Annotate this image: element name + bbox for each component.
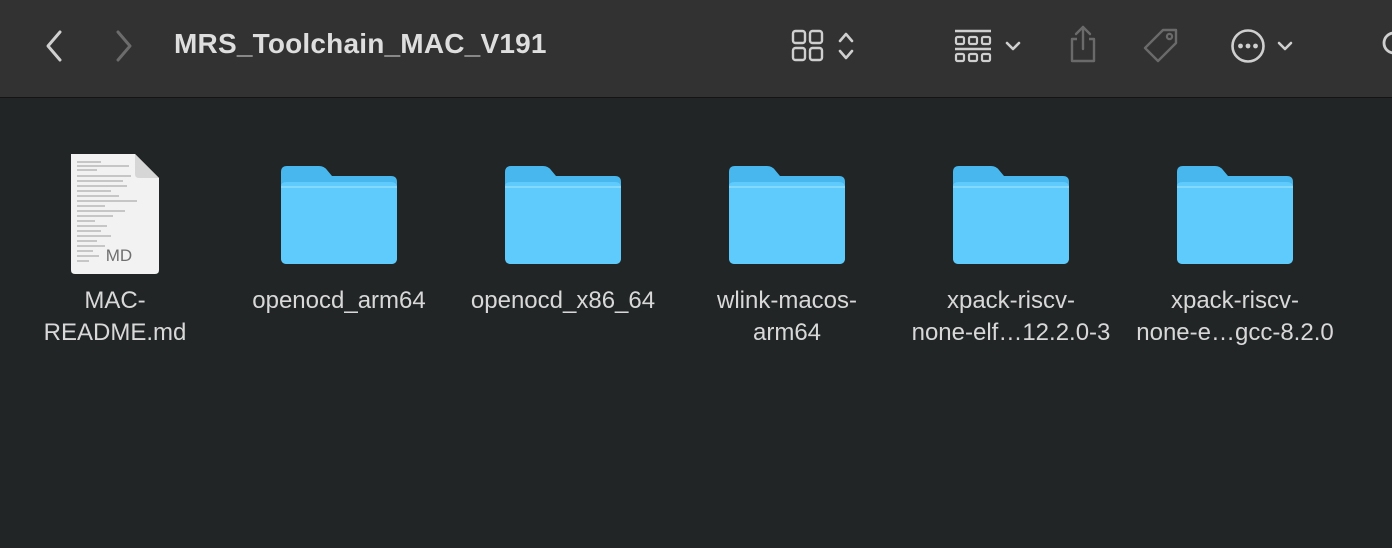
back-button[interactable]	[34, 26, 74, 66]
item-label-line: MAC-	[84, 287, 146, 314]
item-label: MAC- README.md	[5, 285, 225, 349]
folder-item-openocd-arm64[interactable]: openocd_arm64	[227, 149, 451, 317]
tag-icon	[1143, 28, 1178, 63]
item-label-line: wlink-macos-	[716, 287, 857, 314]
chevron-down-icon	[1277, 41, 1293, 51]
folder-icon	[899, 149, 1123, 279]
item-label: xpack-riscv- none-e…gcc-8.2.0	[1125, 285, 1345, 349]
item-label-line: arm64	[752, 319, 822, 346]
forward-button[interactable]	[104, 26, 144, 66]
group-by-icon	[954, 29, 992, 63]
window-title: MRS_Toolchain_MAC_V191	[174, 28, 547, 59]
chevron-right-icon	[116, 30, 132, 62]
search-icon	[1382, 31, 1392, 55]
item-label-line: openocd_x86_64	[470, 287, 656, 314]
document-icon: MD	[3, 149, 227, 279]
chevron-down-icon	[1005, 41, 1021, 51]
folder-icon	[451, 149, 675, 279]
folder-item-openocd-x86-64[interactable]: openocd_x86_64	[451, 149, 675, 317]
item-label-line: xpack-riscv-	[1170, 287, 1299, 314]
item-label-line: xpack-riscv-	[946, 287, 1075, 314]
tag-button[interactable]	[1138, 24, 1184, 68]
icon-view: MD MAC- README.md openocd_arm64 openocd_…	[0, 99, 1392, 548]
item-label: xpack-riscv- none-elf…12.2.0-3	[901, 285, 1121, 349]
folder-icon	[675, 149, 899, 279]
search-button[interactable]	[1380, 28, 1392, 64]
file-item-mac-readme[interactable]: MD MAC- README.md	[3, 149, 227, 349]
item-label-line: openocd_arm64	[252, 287, 426, 314]
folder-item-xpack-riscv-12[interactable]: xpack-riscv- none-elf…12.2.0-3	[899, 149, 1123, 349]
chevron-left-icon	[46, 30, 62, 62]
group-by-button[interactable]	[950, 26, 1026, 66]
item-label: openocd_x86_64	[453, 285, 673, 317]
folder-item-wlink-macos-arm64[interactable]: wlink-macos- arm64	[675, 149, 899, 349]
share-button[interactable]	[1062, 22, 1104, 66]
item-label-line: none-e…gcc-8.2.0	[1136, 319, 1334, 346]
file-type-badge: MD	[105, 246, 133, 265]
finder-toolbar: MRS_Toolchain_MAC_V191	[0, 0, 1392, 98]
item-label-line: none-elf…12.2.0-3	[911, 319, 1111, 346]
folder-item-xpack-riscv-gcc8[interactable]: xpack-riscv- none-e…gcc-8.2.0	[1123, 149, 1347, 349]
folder-icon	[1123, 149, 1347, 279]
item-label: openocd_arm64	[229, 285, 449, 317]
more-actions-button[interactable]	[1224, 26, 1300, 66]
icon-grid-icon	[791, 29, 824, 62]
ellipsis-circle-icon	[1231, 29, 1265, 63]
item-label: wlink-macos- arm64	[677, 285, 897, 349]
up-down-chevron-icon	[838, 32, 854, 60]
share-icon	[1070, 25, 1096, 63]
item-label-line: README.md	[43, 319, 187, 346]
view-mode-button[interactable]	[786, 26, 862, 66]
folder-icon	[227, 149, 451, 279]
